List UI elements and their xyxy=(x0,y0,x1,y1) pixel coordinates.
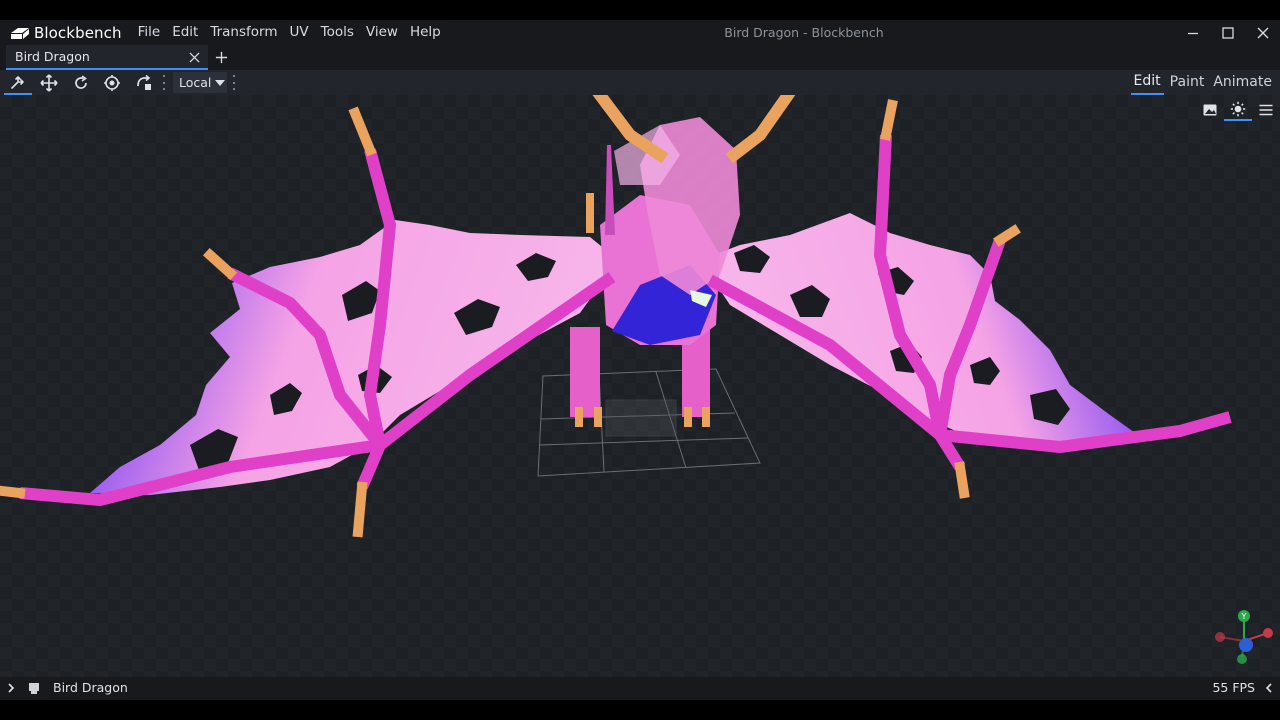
letterbox-top xyxy=(0,0,1280,20)
tool-bar: Local Edit Paint Animate xyxy=(0,70,1280,95)
gizmo-z-handle[interactable] xyxy=(1239,638,1253,652)
minimize-icon xyxy=(1188,32,1198,34)
mode-edit-tab[interactable]: Edit xyxy=(1130,70,1164,95)
view-menu-button[interactable] xyxy=(1252,99,1280,121)
letterbox-bottom xyxy=(0,700,1280,720)
close-icon xyxy=(1257,27,1269,38)
hamburger-menu-icon xyxy=(1259,104,1273,116)
move-tool-button[interactable] xyxy=(4,70,32,95)
model-format-icon xyxy=(29,683,39,694)
plus-icon xyxy=(215,51,227,63)
viewport-controls xyxy=(1196,99,1280,121)
3d-viewport[interactable]: Y xyxy=(0,95,1280,677)
neck-crest xyxy=(586,193,594,233)
main-menu: File Edit Transform UV Tools View Help xyxy=(132,20,447,45)
chevron-left-icon[interactable] xyxy=(1262,681,1276,695)
axis-gizmo[interactable]: Y xyxy=(1212,607,1276,671)
mode-animate-tab[interactable]: Animate xyxy=(1210,70,1275,95)
tab-close-button[interactable] xyxy=(186,49,202,65)
close-window-button[interactable] xyxy=(1246,20,1280,45)
app-name: Blockbench xyxy=(34,23,122,42)
menu-tools[interactable]: Tools xyxy=(315,20,360,45)
vertex-snap-icon xyxy=(137,74,151,90)
menu-uv[interactable]: UV xyxy=(284,20,315,45)
title-menu-bar: Blockbench File Edit Transform UV Tools … xyxy=(0,20,1280,45)
menu-file[interactable]: File xyxy=(132,20,167,45)
viewport-scene xyxy=(0,95,1280,677)
new-tab-button[interactable] xyxy=(212,48,230,66)
gizmo-neg-x-handle[interactable] xyxy=(1215,632,1225,642)
maximize-button[interactable] xyxy=(1211,20,1245,45)
lighting-button[interactable] xyxy=(1224,99,1252,121)
resize-tool-button[interactable] xyxy=(35,70,63,95)
tab-label: Bird Dragon xyxy=(15,49,90,64)
menu-edit[interactable]: Edit xyxy=(166,20,204,45)
gizmo-x-handle[interactable] xyxy=(1263,628,1273,638)
menu-view[interactable]: View xyxy=(360,20,404,45)
window-title: Bird Dragon - Blockbench xyxy=(724,25,884,40)
sun-icon xyxy=(1230,101,1246,117)
gizmo-y-label: Y xyxy=(1241,612,1247,621)
menu-transform[interactable]: Transform xyxy=(204,20,283,45)
chevron-down-icon xyxy=(215,79,226,86)
blockbench-logo-icon xyxy=(11,27,29,39)
move-tool-icon xyxy=(11,75,24,89)
image-icon xyxy=(1203,104,1217,116)
mode-selector: Edit Paint Animate xyxy=(1128,70,1280,95)
close-icon xyxy=(188,51,200,63)
rotate-tool-icon xyxy=(75,74,87,89)
tab-bar: Bird Dragon xyxy=(0,45,1280,70)
vertex-snap-tool-button[interactable] xyxy=(130,70,158,95)
toolbar-overflow-handle-2[interactable] xyxy=(232,75,236,90)
minimize-button[interactable] xyxy=(1176,20,1210,45)
transform-space-value: Local xyxy=(179,75,212,90)
pivot-tool-icon xyxy=(104,74,120,91)
mode-paint-tab[interactable]: Paint xyxy=(1167,70,1208,95)
status-model-name: Bird Dragon xyxy=(53,680,128,695)
toolbar-overflow-handle[interactable] xyxy=(162,75,166,90)
maximize-icon xyxy=(1222,26,1234,39)
app-logo: Blockbench xyxy=(10,20,122,45)
pivot-tool-button[interactable] xyxy=(98,70,126,95)
chevron-right-icon[interactable] xyxy=(4,681,18,695)
menu-help[interactable]: Help xyxy=(404,20,447,45)
gizmo-neg-y-handle[interactable] xyxy=(1237,654,1247,664)
status-bar: Bird Dragon 55 FPS xyxy=(0,677,1280,700)
transform-space-select[interactable]: Local xyxy=(173,72,227,93)
fps-counter: 55 FPS xyxy=(1212,680,1255,695)
screenshot-button[interactable] xyxy=(1196,99,1224,121)
rotate-tool-button[interactable] xyxy=(67,70,95,95)
tab-bird-dragon[interactable]: Bird Dragon xyxy=(6,45,208,70)
resize-tool-icon xyxy=(40,73,58,92)
